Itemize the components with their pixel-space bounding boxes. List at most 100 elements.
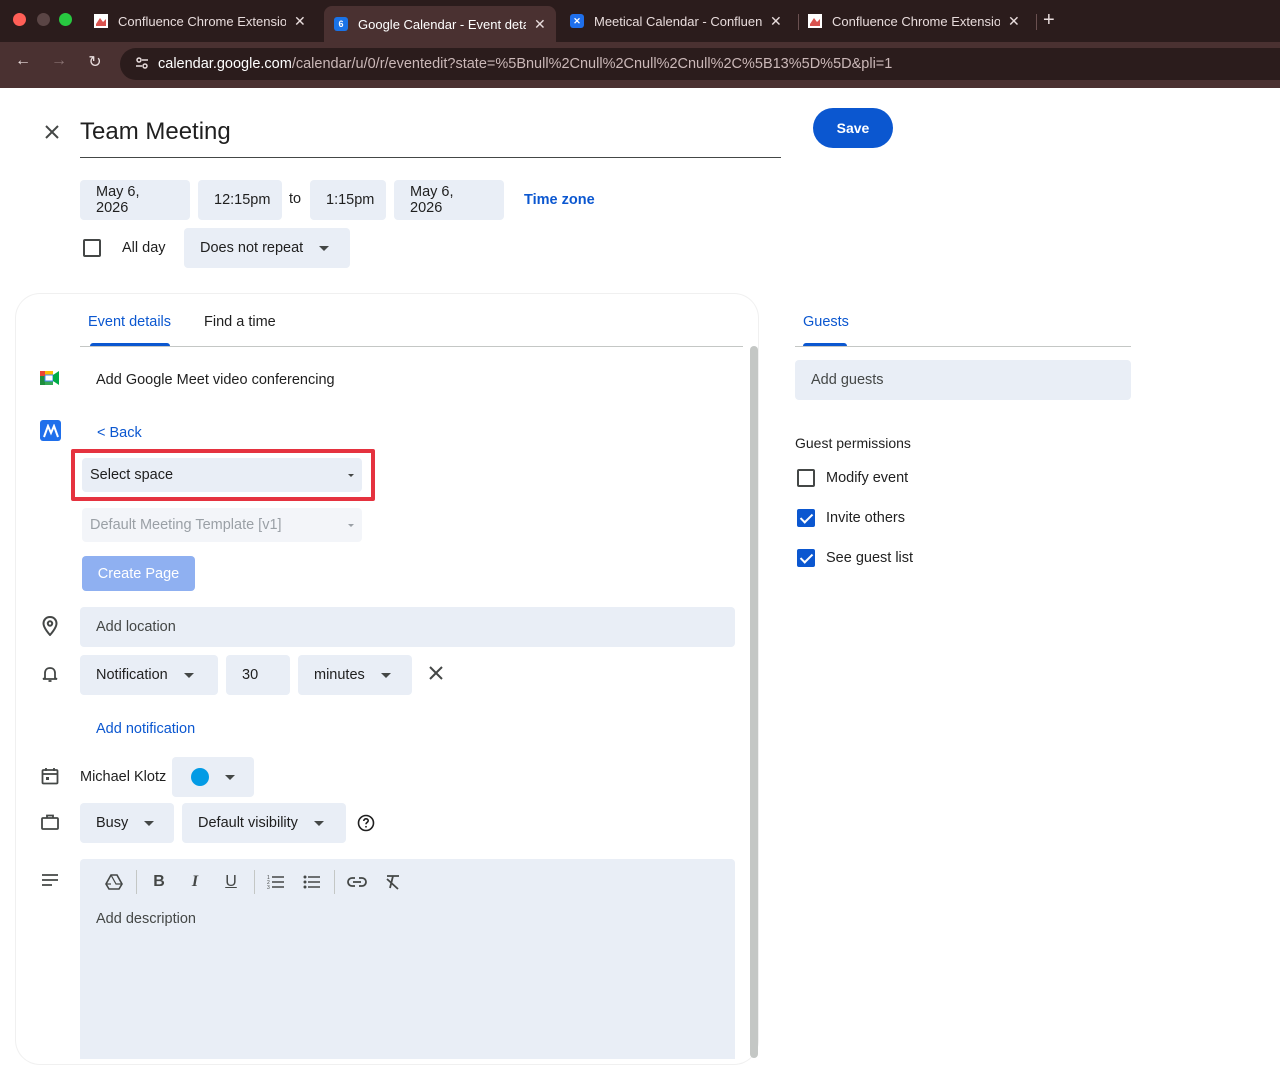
chevron-down-icon (144, 820, 155, 826)
color-swatch (191, 768, 209, 786)
tab-title: Confluence Chrome Extension (118, 13, 286, 29)
google-calendar-favicon-icon: 6 (334, 17, 348, 31)
modify-event-checkbox[interactable] (797, 469, 815, 487)
google-drive-icon[interactable] (104, 872, 124, 892)
close-tab-icon[interactable]: ✕ (534, 16, 546, 33)
notification-type-value: Notification (96, 667, 168, 683)
site-info-icon[interactable] (134, 55, 152, 74)
toolbar-separator (136, 870, 137, 894)
browser-tab-2[interactable]: 6 Google Calendar - Event details ✕ (324, 6, 556, 42)
repeat-value: Does not repeat (200, 240, 304, 256)
chevron-down-icon (225, 774, 235, 780)
chevron-down-icon (380, 672, 391, 678)
tab-find-a-time[interactable]: Find a time (204, 314, 276, 330)
details-scrollbar[interactable] (750, 346, 758, 1058)
bold-icon[interactable]: B (149, 872, 169, 892)
location-input[interactable]: Add location (80, 607, 735, 647)
url-host: calendar.google.com (158, 56, 292, 72)
highlight-frame (71, 449, 375, 501)
all-day-label: All day (122, 240, 166, 256)
start-time-chip[interactable]: 12:15pm (198, 180, 282, 220)
add-meet-link[interactable]: Add Google Meet video conferencing (96, 372, 335, 388)
briefcase-icon (40, 812, 60, 832)
guest-permissions-title: Guest permissions (795, 435, 911, 451)
save-button[interactable]: Save (813, 108, 893, 148)
to-label: to (289, 191, 302, 207)
browser-tab-1[interactable]: Confluence Chrome Extension ✕ (84, 6, 320, 36)
close-tab-icon[interactable]: ✕ (770, 13, 782, 30)
description-editor[interactable] (80, 859, 735, 1059)
repeat-dropdown[interactable]: Does not repeat (184, 228, 350, 268)
modify-event-label: Modify event (826, 470, 909, 486)
close-icon[interactable] (40, 120, 64, 144)
google-meet-icon (40, 368, 60, 388)
svg-text:3: 3 (267, 885, 270, 890)
meetical-favicon-icon: ✕ (570, 14, 584, 28)
end-date-chip[interactable]: May 6, 2026 (394, 180, 504, 220)
close-window-button[interactable] (13, 13, 26, 26)
notification-amount-input[interactable]: 30 (226, 655, 290, 695)
reload-icon[interactable]: ↻ (83, 52, 107, 72)
chevron-down-icon (348, 523, 354, 527)
help-circle-icon[interactable] (356, 813, 376, 833)
url-text: calendar.google.com/calendar/u/0/r/event… (158, 56, 892, 72)
template-dropdown[interactable]: Default Meeting Template [v1] (82, 508, 362, 542)
bulleted-list-icon[interactable] (302, 872, 322, 892)
tab-title: Meetical Calendar - Confluence (594, 13, 762, 29)
zoom-window-button[interactable] (59, 13, 72, 26)
see-guest-list-label: See guest list (826, 550, 914, 566)
bell-icon (40, 664, 60, 684)
new-tab-plus-icon[interactable]: + (1043, 9, 1055, 32)
minimize-window-button[interactable] (37, 13, 50, 26)
tab-guests[interactable]: Guests (803, 314, 849, 330)
invite-others-checkbox[interactable] (797, 509, 815, 527)
confluence-favicon-icon (808, 14, 822, 28)
notification-unit-dropdown[interactable]: minutes (298, 655, 412, 695)
availability-value: Busy (96, 815, 129, 831)
start-date-chip[interactable]: May 6, 2026 (80, 180, 190, 220)
browser-tab-bar: Confluence Chrome Extension ✕ 6 Google C… (0, 0, 1280, 42)
forward-arrow-icon[interactable]: → (47, 52, 71, 70)
visibility-value: Default visibility (198, 815, 298, 831)
notification-type-dropdown[interactable]: Notification (80, 655, 218, 695)
link-icon[interactable] (347, 872, 367, 892)
description-lines-icon (40, 870, 60, 890)
location-pin-icon (40, 616, 60, 636)
toolbar-separator (334, 870, 335, 894)
end-time-chip[interactable]: 1:15pm (310, 180, 386, 220)
back-link[interactable]: < Back (97, 425, 142, 441)
tab-event-details[interactable]: Event details (88, 314, 171, 330)
chevron-down-icon (313, 820, 324, 826)
chevron-down-icon (319, 245, 330, 251)
italic-icon[interactable]: I (185, 872, 205, 892)
event-color-dropdown[interactable] (172, 757, 254, 797)
close-tab-icon[interactable]: ✕ (1008, 13, 1020, 30)
create-page-button[interactable]: Create Page (82, 556, 195, 591)
active-tab-indicator (90, 343, 170, 346)
event-title-field[interactable]: Team Meeting (80, 110, 781, 158)
calendar-icon (40, 766, 60, 786)
guests-tab-indicator (803, 343, 847, 346)
underline-icon[interactable]: U (221, 872, 241, 892)
see-guest-list-checkbox[interactable] (797, 549, 815, 567)
visibility-dropdown[interactable]: Default visibility (182, 803, 346, 843)
browser-tab-3[interactable]: ✕ Meetical Calendar - Confluence ✕ (560, 6, 796, 36)
browser-tab-4[interactable]: Confluence Chrome Extension ✕ (798, 6, 1034, 36)
remove-notification-icon[interactable] (426, 663, 446, 683)
availability-dropdown[interactable]: Busy (80, 803, 174, 843)
all-day-checkbox[interactable] (83, 239, 101, 257)
add-notification-link[interactable]: Add notification (96, 721, 195, 737)
add-guests-input[interactable]: Add guests (795, 360, 1131, 400)
clear-formatting-icon[interactable] (383, 872, 403, 892)
event-title-text: Team Meeting (80, 118, 231, 145)
description-placeholder: Add description (96, 911, 196, 927)
numbered-list-icon[interactable]: 123 (266, 872, 286, 892)
template-value: Default Meeting Template [v1] (90, 517, 282, 533)
tabs-divider (80, 346, 743, 347)
close-tab-icon[interactable]: ✕ (294, 13, 306, 30)
back-arrow-icon[interactable]: ← (11, 52, 35, 70)
time-zone-link[interactable]: Time zone (524, 192, 595, 208)
url-path: /calendar/u/0/r/eventedit?state=%5Bnull%… (291, 56, 893, 72)
omnibox[interactable]: calendar.google.com/calendar/u/0/r/event… (120, 48, 1280, 80)
tab-title: Confluence Chrome Extension (832, 13, 1000, 29)
